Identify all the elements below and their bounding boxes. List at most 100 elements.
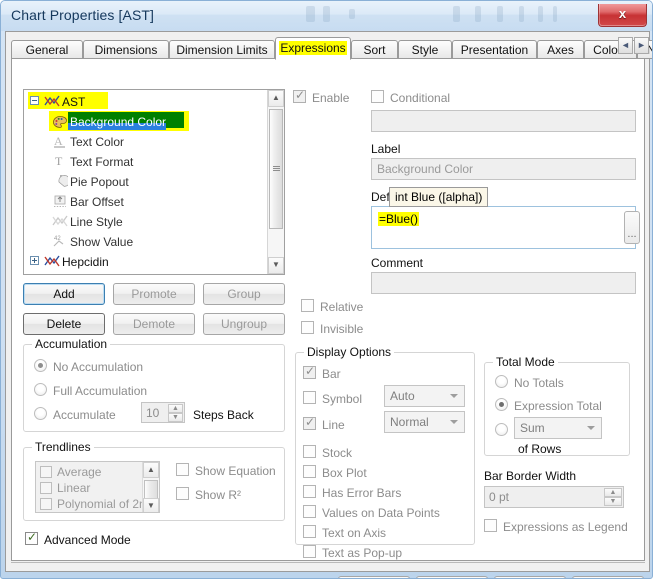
tab-style[interactable]: Style bbox=[398, 40, 452, 59]
trendlines-scroll-up-button[interactable]: ▲ bbox=[143, 462, 159, 478]
advanced-mode-checkbox[interactable]: ✓ bbox=[25, 531, 38, 545]
chevron-down-icon bbox=[587, 426, 595, 430]
tree-node-text-color[interactable]: A Text Color bbox=[30, 131, 124, 151]
tree-node-hepcidin[interactable]: Hepcidin bbox=[30, 251, 109, 271]
expressions-tab-page: AST Background Color A Text Color T Text… bbox=[11, 58, 645, 561]
tab-expressions[interactable]: Expressions bbox=[275, 37, 351, 60]
add-button[interactable]: Add bbox=[23, 283, 105, 305]
demote-button[interactable]: Demote bbox=[113, 313, 195, 335]
tab-presentation[interactable]: Presentation bbox=[452, 40, 537, 59]
line-value: Normal bbox=[390, 415, 429, 429]
accumulation-group-caption: Accumulation bbox=[32, 337, 111, 351]
function-signature-tooltip: int Blue ([alpha]) bbox=[389, 187, 489, 207]
expander-expand-icon[interactable] bbox=[30, 256, 39, 265]
checkmark-icon: ✓ bbox=[295, 88, 306, 102]
trendlines-scrollbar[interactable]: ▲ ▼ bbox=[142, 462, 159, 512]
tree-node-text-format[interactable]: T Text Format bbox=[30, 151, 133, 171]
relative-checkbox[interactable] bbox=[301, 299, 314, 312]
label-input[interactable]: Background Color bbox=[371, 158, 636, 180]
definition-browse-button[interactable]: ... bbox=[624, 211, 640, 244]
pie-popout-icon bbox=[52, 173, 68, 189]
definition-input[interactable]: =Blue() bbox=[371, 206, 636, 249]
text-on-axis-checkbox[interactable] bbox=[303, 525, 316, 538]
tree-node-ast[interactable]: AST bbox=[30, 91, 85, 111]
close-button[interactable]: x bbox=[598, 4, 647, 27]
ellipsis-icon: ... bbox=[627, 228, 637, 240]
symbol-checkbox[interactable] bbox=[303, 391, 316, 404]
trendline-checkbox[interactable] bbox=[40, 466, 52, 478]
trendline-checkbox[interactable] bbox=[40, 482, 52, 494]
text-as-popup-checkbox[interactable] bbox=[303, 545, 316, 558]
tree-node-pie-popout[interactable]: Pie Popout bbox=[30, 171, 129, 191]
tree-node-bar-offset[interactable]: Bar Offset bbox=[30, 191, 124, 211]
line-checkbox[interactable]: ✓ bbox=[303, 415, 316, 430]
close-icon: x bbox=[618, 6, 627, 21]
chevron-up-icon: ▲ bbox=[609, 489, 617, 496]
no-accumulation-radio[interactable] bbox=[34, 359, 47, 372]
window-title: Chart Properties [AST] bbox=[11, 7, 155, 23]
tree-scroll-down-button[interactable]: ▼ bbox=[268, 257, 284, 274]
show-r2-checkbox[interactable] bbox=[176, 487, 189, 500]
checkmark-icon: ✓ bbox=[305, 415, 316, 429]
tab-scroll-left-button[interactable]: ◄ bbox=[618, 37, 633, 54]
expressions-as-legend-checkbox[interactable] bbox=[484, 519, 497, 532]
stepper-up-button[interactable]: ▲ bbox=[168, 404, 183, 413]
delete-button[interactable]: Delete bbox=[23, 313, 105, 335]
aggregation-value: Sum bbox=[520, 421, 545, 435]
enable-checkbox[interactable]: ✓ bbox=[293, 88, 306, 103]
stepper-down-button[interactable]: ▼ bbox=[604, 497, 622, 506]
stepper-up-button[interactable]: ▲ bbox=[604, 488, 622, 497]
ungroup-button[interactable]: Ungroup bbox=[203, 313, 285, 335]
show-value-icon: 42 bbox=[52, 233, 68, 249]
tab-sort[interactable]: Sort bbox=[351, 40, 398, 59]
stock-checkbox[interactable] bbox=[303, 445, 316, 458]
tree-node-line-style[interactable]: Line Style bbox=[30, 211, 123, 231]
aggregation-select[interactable]: Sum bbox=[514, 417, 602, 439]
symbol-select[interactable]: Auto bbox=[384, 385, 465, 407]
tab-dimension-limits[interactable]: Dimension Limits bbox=[169, 40, 275, 59]
expander-collapse-icon[interactable] bbox=[30, 96, 39, 105]
tab-axes[interactable]: Axes bbox=[537, 40, 584, 59]
invisible-checkbox[interactable] bbox=[301, 321, 314, 334]
trendline-label: Average bbox=[57, 465, 102, 479]
tree-scrollbar[interactable]: ▲ ▼ bbox=[267, 90, 284, 274]
steps-back-stepper[interactable]: 10 ▲ ▼ bbox=[141, 402, 185, 423]
accumulate-radio[interactable] bbox=[34, 407, 47, 420]
has-error-bars-checkbox[interactable] bbox=[303, 485, 316, 498]
tab-scroll-right-button[interactable]: ► bbox=[634, 37, 649, 54]
box-plot-checkbox[interactable] bbox=[303, 465, 316, 478]
text-on-axis-label: Text on Axis bbox=[322, 526, 387, 540]
ghost-artifact bbox=[306, 6, 315, 22]
show-equation-checkbox[interactable] bbox=[176, 463, 189, 476]
values-on-data-points-checkbox[interactable] bbox=[303, 505, 316, 518]
full-accumulation-radio[interactable] bbox=[34, 383, 47, 396]
bar-border-width-stepper[interactable]: 0 pt ▲ ▼ bbox=[484, 486, 624, 508]
tab-dimensions[interactable]: Dimensions bbox=[83, 40, 169, 59]
tree-scrollbar-thumb[interactable] bbox=[269, 109, 283, 229]
text-color-icon: A bbox=[52, 133, 68, 149]
aggregation-radio[interactable] bbox=[495, 423, 508, 436]
svg-text:42: 42 bbox=[54, 236, 61, 242]
conditional-checkbox[interactable] bbox=[371, 90, 384, 103]
tab-general[interactable]: General bbox=[11, 40, 83, 59]
conditional-input[interactable] bbox=[371, 110, 636, 132]
group-button[interactable]: Group bbox=[203, 283, 285, 305]
show-equation-label: Show Equation bbox=[195, 464, 276, 478]
line-select[interactable]: Normal bbox=[384, 411, 465, 433]
trendlines-list[interactable]: Average Linear Polynomial of 2nd d Polyn… bbox=[35, 461, 160, 513]
bar-checkbox[interactable]: ✓ bbox=[303, 365, 316, 379]
trendlines-scroll-down-button[interactable]: ▼ bbox=[143, 498, 159, 512]
expressions-tree[interactable]: AST Background Color A Text Color T Text… bbox=[23, 89, 285, 275]
bar-border-width-value: 0 pt bbox=[489, 490, 510, 504]
tree-node-show-value[interactable]: 42 Show Value bbox=[30, 231, 133, 251]
stepper-down-button[interactable]: ▼ bbox=[168, 413, 183, 422]
trendline-checkbox[interactable] bbox=[40, 498, 52, 510]
promote-button[interactable]: Promote bbox=[113, 283, 195, 305]
comment-input[interactable] bbox=[371, 272, 636, 294]
ghost-artifact bbox=[497, 6, 503, 22]
no-totals-radio[interactable] bbox=[495, 375, 508, 388]
tab-label: Axes bbox=[547, 43, 574, 57]
expression-total-radio[interactable] bbox=[495, 398, 508, 411]
tree-node-background-color[interactable]: Background Color bbox=[30, 111, 166, 131]
tree-scroll-up-button[interactable]: ▲ bbox=[268, 90, 284, 107]
